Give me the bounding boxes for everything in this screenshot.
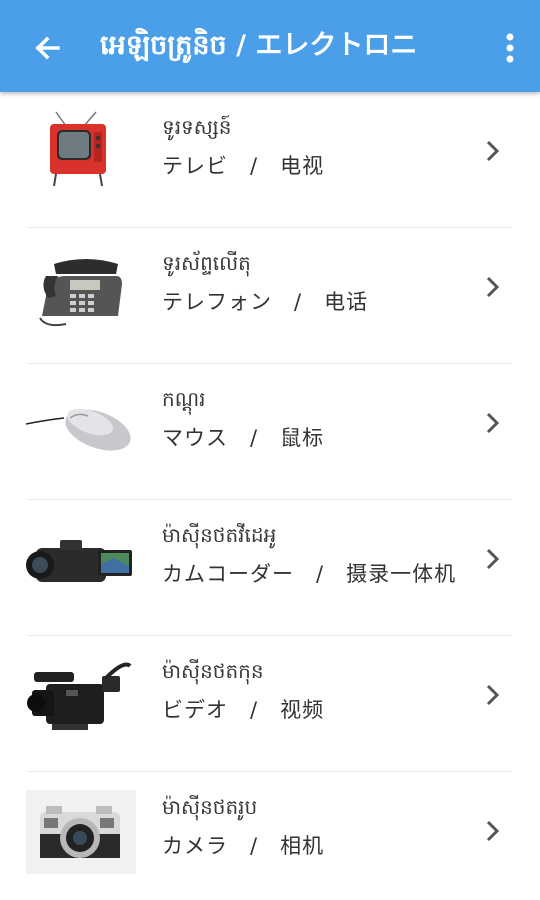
list-item[interactable]: កណ្ដុរ マウス / 鼠标 <box>0 364 540 500</box>
item-translation-label: ビデオ / 视频 <box>162 698 325 722</box>
item-khmer-label: ទូរទស្សន៍ <box>162 115 232 139</box>
item-translation-label: テレフォン / 电话 <box>162 290 369 314</box>
item-list: ទូរទស្សន៍ テレビ / 电视 ទូរស័ព្ទលើតុ テレフォン / … <box>0 92 540 900</box>
arrow-left-icon[interactable] <box>28 28 68 68</box>
chevron-right-icon <box>486 820 500 842</box>
chevron-right-icon <box>486 548 500 570</box>
item-translation-label: テレビ / 电视 <box>162 154 325 178</box>
item-khmer-label: ម៉ាស៊ីនថតវីដេអូ <box>162 523 277 547</box>
camera-image <box>26 790 136 874</box>
more-vert-icon[interactable] <box>496 28 524 68</box>
chevron-right-icon <box>486 684 500 706</box>
item-khmer-label: កណ្ដុរ <box>162 387 206 411</box>
desk-phone-image <box>39 259 122 327</box>
list-item[interactable]: ម៉ាស៊ីនថតកុន ビデオ / 视频 <box>0 636 540 772</box>
video-camera-image <box>27 662 132 730</box>
item-khmer-label: ម៉ាស៊ីនថតកុន <box>162 659 264 683</box>
list-item[interactable]: ម៉ាស៊ីនថតរូប カメラ / 相机 <box>0 772 540 900</box>
camcorder-image <box>26 540 132 582</box>
item-khmer-label: ម៉ាស៊ីនថតរូប <box>162 795 258 819</box>
list-item[interactable]: ទូរទស្សន៍ テレビ / 电视 <box>0 92 540 228</box>
page-title: អេឡិចត្រូនិច / エレクトロニ <box>100 30 418 61</box>
chevron-right-icon <box>486 140 500 162</box>
item-translation-label: カメラ / 相机 <box>162 834 325 858</box>
list-item[interactable]: ទូរស័ព្ទលើតុ テレフォン / 电话 <box>0 228 540 364</box>
chevron-right-icon <box>486 412 500 434</box>
app-bar: អេឡិចត្រូនិច / エレクトロニ <box>0 0 540 92</box>
mouse-image <box>26 408 131 451</box>
tv-image <box>50 111 106 187</box>
item-translation-label: マウス / 鼠标 <box>162 426 325 450</box>
chevron-right-icon <box>486 276 500 298</box>
item-khmer-label: ទូរស័ព្ទលើតុ <box>162 251 251 275</box>
list-item[interactable]: ម៉ាស៊ីនថតវីដេអូ カムコーダー / 摄录一体机 <box>0 500 540 636</box>
item-translation-label: カムコーダー / 摄录一体机 <box>162 562 457 586</box>
